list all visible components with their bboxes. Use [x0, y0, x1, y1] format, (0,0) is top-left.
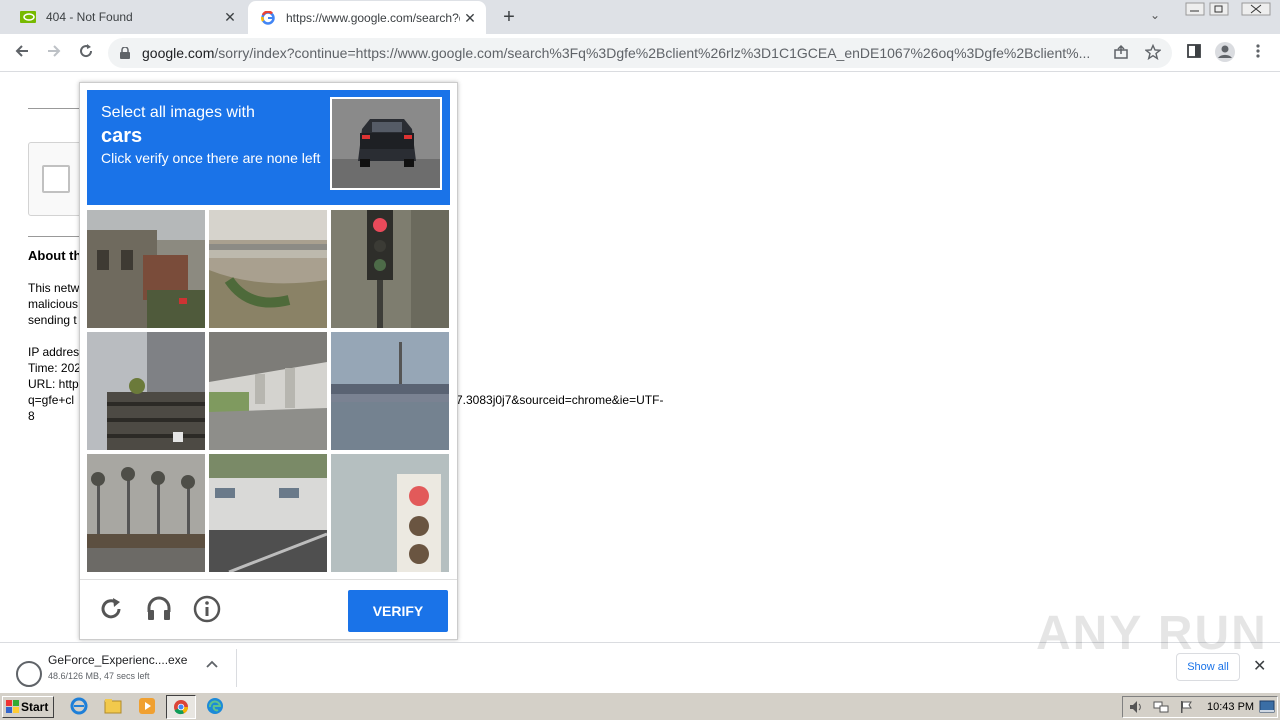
download-status: 48.6/126 MB, 47 secs left: [48, 671, 150, 681]
page-content: About th This netw malicious sending t I…: [0, 72, 1280, 642]
tab-close-button[interactable]: ✕: [460, 10, 480, 27]
download-progress-icon: [16, 661, 42, 687]
image-tile[interactable]: [209, 454, 327, 572]
google-icon: [260, 10, 276, 26]
tab-title: 404 - Not Found: [46, 10, 133, 24]
back-arrow-icon[interactable]: [10, 42, 34, 64]
volume-icon[interactable]: [1129, 700, 1145, 714]
start-button[interactable]: Start: [2, 696, 54, 718]
download-item[interactable]: GeForce_Experienc....exe 48.6/126 MB, 47…: [12, 649, 234, 689]
tab-search-icon[interactable]: ⌄: [1150, 8, 1160, 26]
tab-strip: 404 - Not Found ✕ https://www.google.com…: [0, 0, 1280, 35]
window-controls: [1184, 2, 1274, 20]
side-panel-icon[interactable]: [1184, 43, 1204, 63]
url-host: google.com: [142, 45, 215, 61]
download-file-name: GeForce_Experienc....exe: [48, 653, 188, 667]
reload-challenge-icon[interactable]: [96, 594, 126, 624]
url-path: /sorry/index?continue=https://www.google…: [214, 45, 1091, 61]
edge-icon[interactable]: [206, 697, 226, 717]
info-icon[interactable]: [192, 594, 222, 624]
info-line: URL: http: [28, 377, 79, 391]
profile-avatar-icon[interactable]: [1214, 41, 1235, 62]
verify-button[interactable]: VERIFY: [348, 590, 448, 632]
about-heading: About th: [28, 248, 82, 263]
reload-icon[interactable]: [74, 42, 98, 64]
challenge-header: Select all images with cars Click verify…: [87, 90, 450, 205]
image-tile[interactable]: [87, 454, 205, 572]
clock: 10:43 PM: [1207, 701, 1255, 713]
network-icon[interactable]: [1153, 700, 1169, 714]
divider: [236, 649, 237, 687]
chevron-up-icon[interactable]: [206, 657, 218, 671]
tab-404[interactable]: 404 - Not Found ✕: [8, 0, 246, 34]
start-label: Start: [21, 700, 49, 714]
share-icon[interactable]: [1112, 44, 1130, 62]
chrome-taskbar-button[interactable]: [166, 695, 196, 719]
chrome-icon: [174, 700, 188, 715]
image-grid: [87, 210, 450, 573]
browser-toolbar: google.com/sorry/index?continue=https://…: [0, 34, 1280, 72]
recaptcha-challenge-dialog: Select all images with cars Click verify…: [79, 82, 458, 640]
flag-icon[interactable]: [1179, 700, 1193, 714]
image-tile[interactable]: [331, 332, 449, 450]
windows-taskbar: Start 10:43 PM: [0, 692, 1280, 720]
system-tray: 10:43 PM: [1122, 696, 1278, 718]
anyrun-watermark: ANY RUN: [1036, 607, 1268, 660]
image-tile[interactable]: [87, 210, 205, 328]
about-line: malicious: [28, 297, 79, 311]
image-tile[interactable]: [209, 210, 327, 328]
tab-google-search[interactable]: https://www.google.com/search?q= ✕: [248, 1, 486, 35]
challenge-target: cars: [101, 125, 143, 147]
show-desktop-icon[interactable]: [1259, 700, 1275, 714]
image-tile[interactable]: [331, 454, 449, 572]
about-line: This netw: [28, 281, 80, 295]
kebab-menu-icon[interactable]: [1248, 43, 1268, 63]
forward-arrow-icon[interactable]: [42, 42, 66, 64]
internet-explorer-icon[interactable]: [70, 697, 90, 717]
info-line: IP addres: [28, 345, 80, 359]
image-tile[interactable]: [87, 332, 205, 450]
info-line: q=gfe+cl: [28, 393, 75, 407]
windows-logo-icon: [6, 700, 19, 713]
info-line: Time: 202: [28, 361, 81, 375]
tab-title: https://www.google.com/search?q=: [286, 11, 460, 25]
lock-icon[interactable]: [120, 46, 130, 59]
new-tab-button[interactable]: +: [498, 6, 520, 28]
audio-challenge-icon[interactable]: [144, 594, 174, 624]
file-explorer-icon[interactable]: [104, 697, 124, 717]
sample-car-image: [330, 97, 442, 190]
url-tail-text: 7.3083j0j7&sourceid=chrome&ie=UTF-: [456, 393, 664, 407]
info-line: 8: [28, 409, 35, 423]
image-tile[interactable]: [331, 210, 449, 328]
challenge-hint: Click verify once there are none left: [101, 150, 321, 166]
address-bar[interactable]: google.com/sorry/index?continue=https://…: [108, 38, 1172, 68]
challenge-footer: VERIFY: [80, 579, 457, 639]
url-text: google.com/sorry/index?continue=https://…: [142, 45, 1102, 61]
about-line: sending t: [28, 313, 77, 327]
challenge-instruction: Select all images with: [101, 104, 255, 121]
tab-close-button[interactable]: ✕: [220, 9, 240, 26]
recaptcha-checkbox[interactable]: [42, 165, 70, 193]
image-tile[interactable]: [209, 332, 327, 450]
media-player-icon[interactable]: [138, 697, 158, 717]
bookmark-star-icon[interactable]: [1144, 43, 1162, 62]
nvidia-icon: [20, 9, 36, 25]
